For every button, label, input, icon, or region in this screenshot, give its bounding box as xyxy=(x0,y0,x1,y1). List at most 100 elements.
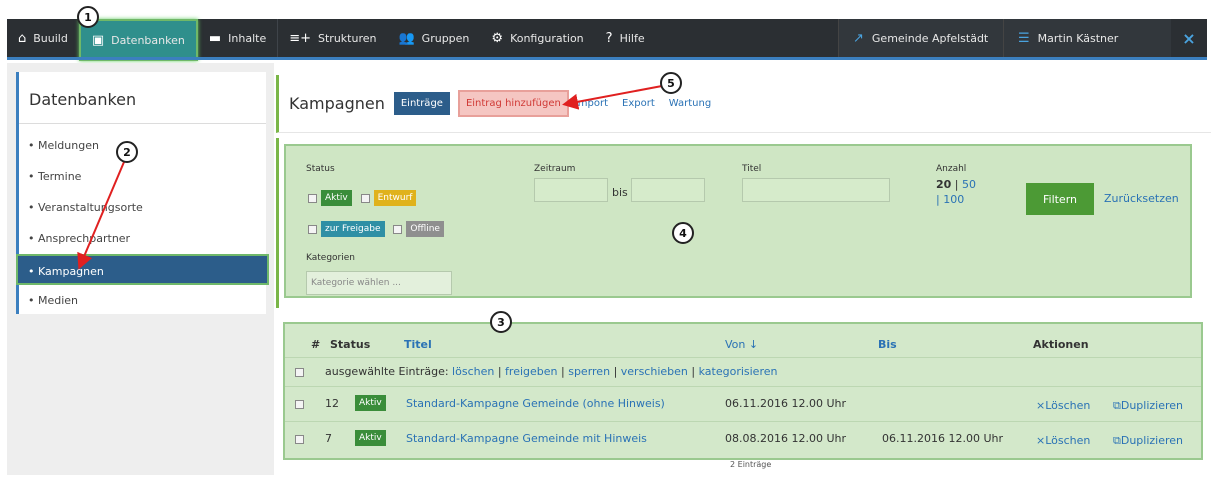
filter-section: Status Aktiv Entwurf zur Freigabe Offlin… xyxy=(276,138,1211,308)
bulk-actions-row: ausgewählte Einträge: löschen | freigebe… xyxy=(285,360,1201,384)
entwurf-checkbox[interactable] xyxy=(360,193,370,203)
period-to-input[interactable] xyxy=(631,178,705,202)
bulk-delete[interactable]: löschen xyxy=(452,365,494,378)
maintenance-link[interactable]: Wartung xyxy=(669,98,711,109)
nav-hilfe[interactable]: ? Hilfe xyxy=(595,19,656,57)
sidebar-item-ansprechpartner[interactable]: • Ansprechpartner xyxy=(19,223,266,254)
period-bis-label: bis xyxy=(612,186,628,199)
structure-icon: ≡+ xyxy=(289,30,312,46)
sidebar-item-medien[interactable]: • Medien xyxy=(19,285,266,316)
row-duplicate-link[interactable]: ⧉Duplizieren xyxy=(1113,399,1183,413)
row-duplicate-link[interactable]: ⧉Duplizieren xyxy=(1113,434,1183,448)
bulk-separator: | xyxy=(613,365,618,378)
period-label: Zeitraum xyxy=(534,164,576,174)
content-header: Kampagnen Einträge Eintrag hinzufügen Im… xyxy=(276,75,1211,133)
status-label: Status xyxy=(306,164,335,174)
col-from[interactable]: Von ↓ xyxy=(725,338,758,351)
filter-box: Status Aktiv Entwurf zur Freigabe Offlin… xyxy=(284,144,1192,298)
count-100[interactable]: | 100 xyxy=(936,193,976,206)
col-to[interactable]: Bis xyxy=(878,338,897,351)
nav-community[interactable]: ↗ Gemeinde Apfelstädt xyxy=(838,19,1003,57)
bulk-label: ausgewählte Einträge: xyxy=(325,365,449,378)
nav-strukturen-label: Strukturen xyxy=(318,31,377,45)
nav-user[interactable]: ☰ Martin Kästner xyxy=(1003,19,1171,57)
nav-gruppen[interactable]: 👥 Gruppen xyxy=(387,19,480,57)
close-icon[interactable]: × xyxy=(1171,19,1207,57)
status-offline-badge: Offline xyxy=(406,221,444,237)
row-status-badge: Aktiv xyxy=(355,395,386,411)
status-row-2: zur Freigabe Offline xyxy=(308,221,444,237)
help-icon: ? xyxy=(605,30,613,46)
nav-hilfe-label: Hilfe xyxy=(619,31,645,45)
bulk-move[interactable]: verschieben xyxy=(621,365,688,378)
nav-gruppen-label: Gruppen xyxy=(421,31,470,45)
callout-4: 4 xyxy=(672,222,694,244)
row-title[interactable]: Standard-Kampagne Gemeinde mit Hinweis xyxy=(406,432,647,445)
period-from-input[interactable] xyxy=(534,178,608,202)
nav-inhalte[interactable]: ▬ Inhalte xyxy=(198,19,277,57)
nav-datenbanken[interactable]: ▣ Datenbanken xyxy=(78,19,198,61)
status-aktiv-badge: Aktiv xyxy=(321,190,352,206)
sidebar-item-kampagnen[interactable]: • Kampagnen xyxy=(16,254,269,285)
sidebar-item-meldungen[interactable]: • Meldungen xyxy=(19,130,266,161)
nav-user-label: Martin Kästner xyxy=(1037,31,1119,45)
add-entry-button[interactable]: Eintrag hinzufügen xyxy=(457,90,569,117)
callout-5: 5 xyxy=(660,72,682,94)
sidebar-item-veranstaltungsorte[interactable]: • Veranstaltungsorte xyxy=(19,192,266,223)
reset-link[interactable]: Zurücksetzen xyxy=(1104,192,1179,205)
title-input[interactable] xyxy=(742,178,890,202)
topbar-underline xyxy=(7,57,1207,60)
bulk-release[interactable]: freigeben xyxy=(505,365,557,378)
category-select[interactable]: Kategorie wählen ... xyxy=(306,271,452,295)
nav-datenbanken-label: Datenbanken xyxy=(111,33,185,47)
nav-strukturen[interactable]: ≡+ Strukturen xyxy=(278,19,387,57)
table-header-row: # Status Titel Von ↓ Bis Aktionen xyxy=(285,330,1201,358)
status-freigabe-badge: zur Freigabe xyxy=(321,221,385,237)
sidebar-item-termine[interactable]: • Termine xyxy=(19,161,266,192)
users-icon: 👥 xyxy=(398,30,415,46)
freigabe-checkbox[interactable] xyxy=(308,224,317,234)
row-from: 08.08.2016 12.00 Uhr xyxy=(725,432,847,445)
count-options: 20 | 50 | 100 xyxy=(936,178,976,206)
calendar-icon: ▣ xyxy=(91,32,105,48)
row-checkbox[interactable] xyxy=(295,434,304,444)
menu-icon: ☰ xyxy=(1018,30,1030,46)
aktiv-checkbox[interactable] xyxy=(308,193,317,203)
count-20[interactable]: 20 xyxy=(936,178,951,191)
entry-count: 2 Einträge xyxy=(730,460,772,469)
nav-inhalte-label: Inhalte xyxy=(228,31,267,45)
count-label: Anzahl xyxy=(936,164,967,174)
count-50[interactable]: 50 xyxy=(962,178,976,191)
status-entwurf-badge: Entwurf xyxy=(373,190,417,206)
home-icon: ⌂ xyxy=(18,30,27,46)
select-all-checkbox[interactable] xyxy=(295,367,304,377)
row-status-badge: Aktiv xyxy=(355,430,386,446)
bulk-lock[interactable]: sperren xyxy=(568,365,610,378)
import-link[interactable]: Import xyxy=(575,98,608,109)
nav-home[interactable]: ⌂ Buuild xyxy=(7,19,79,57)
row-title[interactable]: Standard-Kampagne Gemeinde (ohne Hinweis… xyxy=(406,397,665,410)
filter-button[interactable]: Filtern xyxy=(1026,183,1094,215)
share-icon: ↗ xyxy=(853,30,864,46)
export-link[interactable]: Export xyxy=(622,98,655,109)
col-title[interactable]: Titel xyxy=(404,338,432,351)
row-divider xyxy=(285,386,1201,387)
row-from: 06.11.2016 12.00 Uhr xyxy=(725,397,847,410)
bulk-separator: | xyxy=(561,365,565,378)
callout-2: 2 xyxy=(116,141,138,163)
bulk-categorize[interactable]: kategorisieren xyxy=(699,365,778,378)
row-id: 12 xyxy=(325,397,339,410)
title-label: Titel xyxy=(742,164,762,174)
row-delete-link[interactable]: ×Löschen xyxy=(1036,434,1090,447)
category-label: Kategorien xyxy=(306,253,355,263)
sidebar-title: Datenbanken xyxy=(19,72,266,124)
offline-checkbox[interactable] xyxy=(393,224,403,234)
row-id: 7 xyxy=(325,432,332,445)
entries-button[interactable]: Einträge xyxy=(393,92,450,115)
col-status[interactable]: Status xyxy=(330,338,370,351)
table-row: 7 Aktiv Standard-Kampagne Gemeinde mit H… xyxy=(285,424,1201,454)
nav-konfiguration[interactable]: ⚙ Konfiguration xyxy=(480,19,594,57)
row-checkbox[interactable] xyxy=(295,399,304,409)
col-num: # xyxy=(311,338,321,351)
row-delete-link[interactable]: ×Löschen xyxy=(1036,399,1090,412)
